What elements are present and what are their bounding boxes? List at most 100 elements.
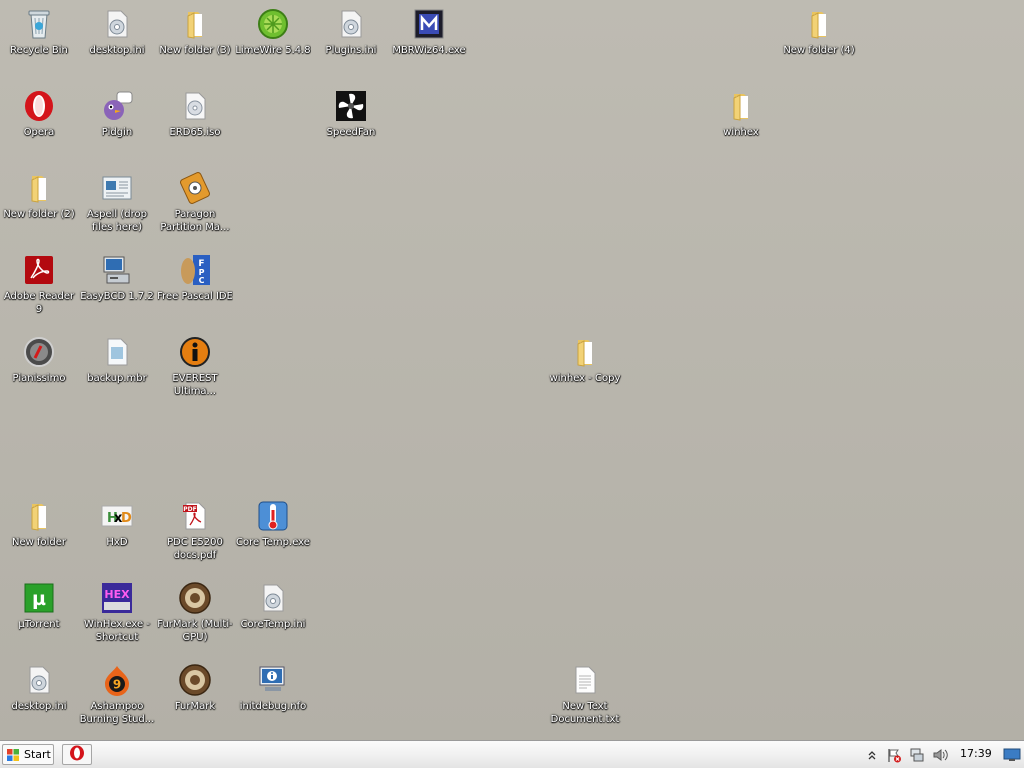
speaker-icon [932, 748, 950, 767]
desktop-icon-winhex-folder[interactable]: winhex [702, 84, 780, 164]
icon-label: Free Pascal IDE [157, 291, 233, 302]
limewire-icon [257, 8, 289, 40]
system-info-icon [257, 664, 289, 696]
desktop-icon-new-folder-2[interactable]: New folder (2) [0, 166, 78, 246]
utorrent-icon: µ [23, 582, 55, 614]
desktop-icon-mbrwiz64[interactable]: MBRWiz64.exe [390, 2, 468, 82]
desktop-icon-opera[interactable]: Opera [0, 84, 78, 164]
icon-label: winhex [723, 127, 759, 138]
clock[interactable]: 17:39 [960, 747, 992, 760]
desktop-icon-speedfan[interactable]: SpeedFan [312, 84, 390, 164]
desktop-icon-free-pascal[interactable]: FPC Free Pascal IDE [156, 248, 234, 328]
pdf-file-icon: PDF [179, 500, 211, 532]
desktop-icon-new-folder-4[interactable]: New folder (4) [780, 2, 858, 82]
start-label: Start [24, 748, 51, 761]
desktop-icon-hxd[interactable]: HxD HxD [78, 494, 156, 574]
desktop-icon-new-folder[interactable]: New folder [0, 494, 78, 574]
folder-icon [23, 500, 55, 532]
icon-label: WinHex.exe - Shortcut [84, 619, 150, 643]
config-file-icon [23, 664, 55, 696]
folder-icon [569, 336, 601, 368]
desktop-icon-plugins-ini[interactable]: Plugins.ini [312, 2, 390, 82]
svg-text:µ: µ [32, 588, 46, 610]
taskbar-button-opera[interactable] [62, 744, 92, 765]
svg-text:C: C [199, 276, 205, 285]
desktop-icon-ashampoo[interactable]: 9 Ashampoo Burning Stud... [78, 658, 156, 738]
icon-label: SpeedFan [326, 127, 376, 138]
icon-label: Aspell (drop files here) [87, 209, 147, 233]
desktop-icon-desktop-ini[interactable]: desktop.ini [78, 2, 156, 82]
flag-alert-icon [886, 748, 902, 767]
thermometer-icon [257, 500, 289, 532]
desktop-icon-coretemp-ini[interactable]: CoreTemp.ini [234, 576, 312, 656]
file-icon [101, 336, 133, 368]
desktop-icon-coretemp-exe[interactable]: Core Temp.exe [234, 494, 312, 574]
desktop-icon-pdc-docs[interactable]: PDF PDC E5200 docs.pdf [156, 494, 234, 574]
opera-icon [69, 745, 85, 765]
everest-icon [179, 336, 211, 368]
icon-label: Adobe Reader 9 [3, 291, 75, 315]
icon-label: PDC E5200 docs.pdf [167, 537, 223, 561]
network-icon [909, 748, 925, 767]
icon-label: desktop.ini [89, 45, 145, 56]
icon-label: MBRWiz64.exe [392, 45, 466, 56]
desktop-icon-recycle-bin[interactable]: Recycle Bin [0, 2, 78, 82]
taskbar: Start 17:39 [0, 740, 1024, 768]
svg-text:D: D [121, 511, 132, 526]
hxd-icon: HxD [101, 500, 133, 532]
ashampoo-icon: 9 [101, 664, 133, 696]
icon-label: backup.mbr [87, 373, 147, 384]
desktop-icon-easybcd[interactable]: EasyBCD 1.7.2 [78, 248, 156, 328]
desktop-icon-backup-mbr[interactable]: backup.mbr [78, 330, 156, 410]
icon-label: CoreTemp.ini [240, 619, 306, 630]
paragon-icon [179, 172, 211, 204]
folder-icon [23, 172, 55, 204]
icon-label: FurMark [174, 701, 216, 712]
desktop-icon-winhex-copy[interactable]: winhex - Copy [546, 330, 624, 410]
desktop-icon-paragon[interactable]: Paragon Partition Ma... [156, 166, 234, 246]
furmark-icon [179, 582, 211, 614]
desktop-icon-new-text-document[interactable]: New Text Document.txt [546, 658, 624, 738]
desktop-icon-new-folder-3[interactable]: New folder (3) [156, 2, 234, 82]
recycle-bin-icon [23, 8, 55, 40]
icon-label: Paragon Partition Ma... [160, 209, 230, 233]
icon-label: New Text Document.txt [550, 701, 620, 725]
icon-label: Pidgin [101, 127, 133, 138]
desktop-icon-furmark-multi[interactable]: FurMark (Multi-GPU) [156, 576, 234, 656]
desktop-icon-limewire[interactable]: LimeWire 5.4.8 [234, 2, 312, 82]
folder-icon [725, 90, 757, 122]
desktop-icon-pidgin[interactable]: Pidgin [78, 84, 156, 164]
config-file-icon [101, 8, 133, 40]
folder-icon [803, 8, 835, 40]
start-button[interactable]: Start [2, 744, 54, 765]
tray-action-center[interactable] [886, 747, 902, 763]
tray-network[interactable] [909, 747, 925, 763]
desktop-icon-erd65[interactable]: ERD65.iso [156, 84, 234, 164]
icon-label: winhex - Copy [549, 373, 621, 384]
monitor-icon [1003, 748, 1021, 767]
desktop[interactable]: Recycle Bin desktop.ini New folder (3) L… [0, 0, 1024, 740]
show-desktop-button[interactable] [1003, 747, 1021, 763]
desktop-icon-adobe-reader[interactable]: Adobe Reader 9 [0, 248, 78, 328]
icon-label: FurMark (Multi-GPU) [157, 619, 233, 643]
desktop-icon-aspell[interactable]: Aspell (drop files here) [78, 166, 156, 246]
chevron-up-icon [866, 748, 878, 767]
show-hidden-icons-button[interactable] [866, 747, 878, 763]
icon-label: New folder (3) [159, 45, 231, 56]
desktop-icon-utorrent[interactable]: µ µTorrent [0, 576, 78, 656]
desktop-icon-winhex-shortcut[interactable]: HEX WinHex.exe - Shortcut [78, 576, 156, 656]
icon-label: Opera [23, 127, 55, 138]
desktop-icon-everest[interactable]: EVEREST Ultima... [156, 330, 234, 410]
opera-icon [23, 90, 55, 122]
desktop-icon-pianissimo[interactable]: Pianissimo [0, 330, 78, 410]
svg-text:PDF: PDF [183, 506, 196, 513]
tray-volume[interactable] [932, 747, 950, 763]
text-file-icon [569, 664, 601, 696]
desktop-icon-furmark[interactable]: FurMark [156, 658, 234, 738]
icon-label: Ashampoo Burning Stud... [79, 701, 155, 725]
mbrwiz-icon [413, 8, 445, 40]
desktop-icon-desktop-ini-2[interactable]: desktop.ini [0, 658, 78, 738]
easybcd-icon [101, 254, 133, 286]
desktop-icon-initdebug[interactable]: initdebug.nfo [234, 658, 312, 738]
icon-label: New folder (4) [783, 45, 855, 56]
